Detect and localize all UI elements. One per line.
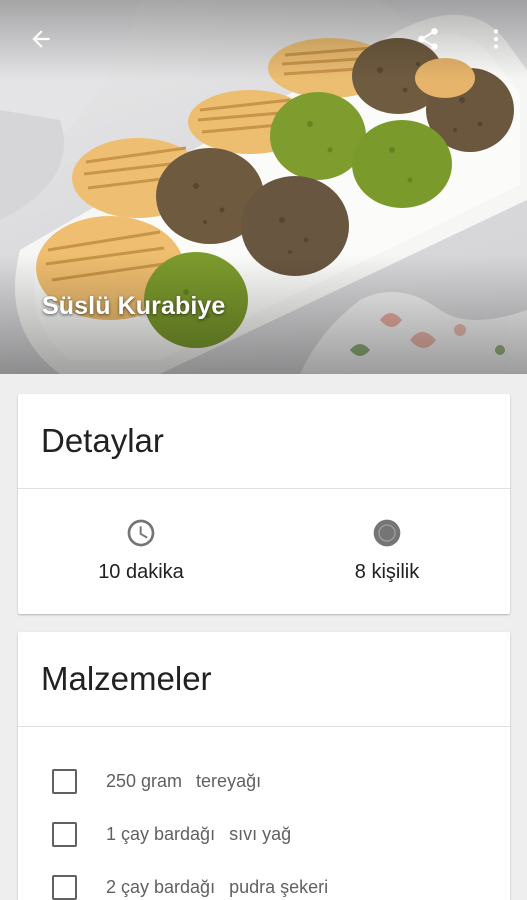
ingredients-header: Malzemeler xyxy=(18,632,510,727)
servings-value: 8 kişilik xyxy=(354,561,420,583)
share-button[interactable] xyxy=(406,17,450,61)
clock-icon xyxy=(127,519,155,547)
ingredient-name: pudra şekeri xyxy=(229,877,329,897)
back-button[interactable] xyxy=(19,17,63,61)
recipe-title: Süslü Kurabiye xyxy=(42,292,226,320)
ingredient-item[interactable]: 250 gram tereyağı xyxy=(18,755,510,808)
ingredient-name: sıvı yağ xyxy=(229,824,292,844)
servings-icon xyxy=(373,519,401,547)
more-vert-icon xyxy=(493,29,499,49)
details-card: Detaylar 10 dakika 8 kişilik xyxy=(18,394,510,614)
share-icon xyxy=(418,28,438,50)
ingredient-amount: 250 gram xyxy=(106,771,183,791)
servings-detail: 8 kişilik xyxy=(264,489,510,613)
ingredient-amount: 1 çay bardağı xyxy=(106,824,216,844)
more-options-button[interactable] xyxy=(474,17,518,61)
details-row: 10 dakika 8 kişilik xyxy=(18,489,510,613)
time-value: 10 dakika xyxy=(98,561,184,583)
ingredient-amount: 2 çay bardağı xyxy=(106,877,216,897)
ingredient-checkbox[interactable] xyxy=(52,875,77,900)
ingredient-item[interactable]: 2 çay bardağı pudra şekeri xyxy=(18,861,510,900)
time-detail: 10 dakika xyxy=(18,489,264,613)
recipe-hero-image: Süslü Kurabiye xyxy=(0,0,527,374)
ingredient-name: tereyağı xyxy=(196,771,262,791)
ingredients-list: 250 gram tereyağı 1 çay bardağı sıvı yağ… xyxy=(18,727,510,900)
details-header: Detaylar xyxy=(18,394,510,489)
ingredient-item[interactable]: 1 çay bardağı sıvı yağ xyxy=(18,808,510,861)
ingredient-checkbox[interactable] xyxy=(52,769,77,794)
ingredient-checkbox[interactable] xyxy=(52,822,77,847)
ingredients-card: Malzemeler 250 gram tereyağı 1 çay barda… xyxy=(18,632,510,900)
arrow-back-icon xyxy=(32,30,50,48)
